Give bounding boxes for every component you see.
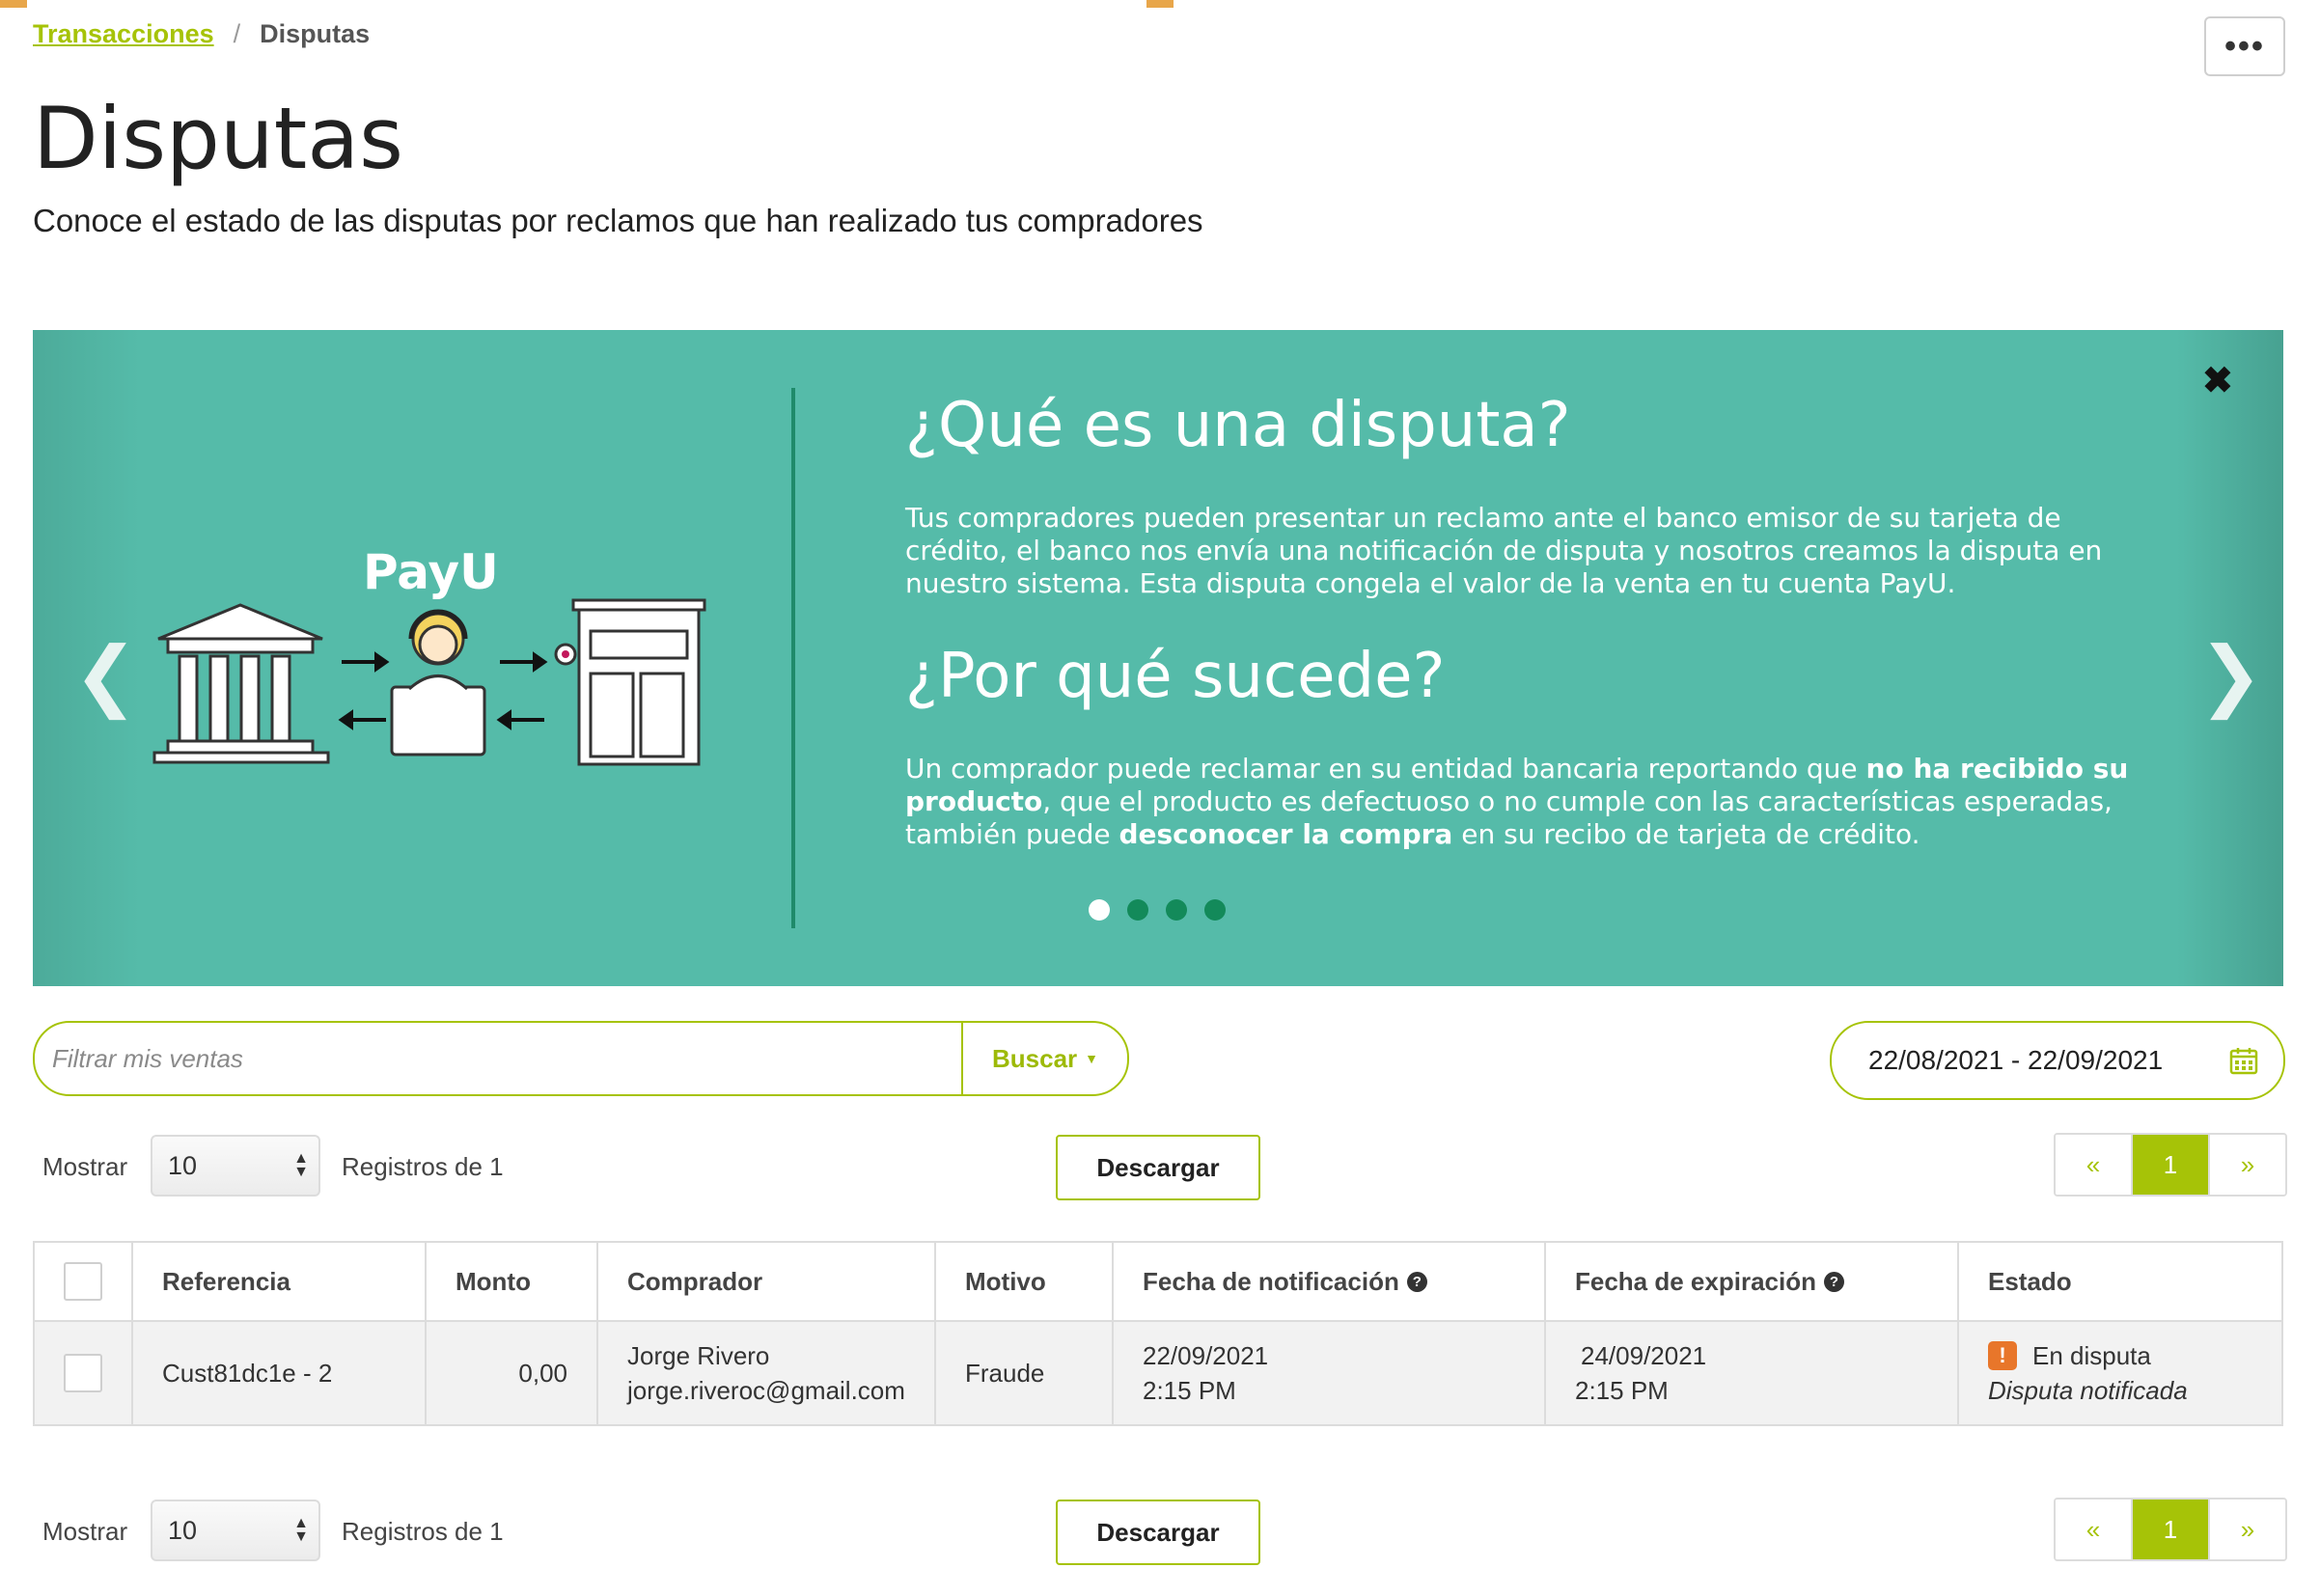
- store-icon: [554, 598, 706, 766]
- support-agent-icon: [390, 609, 486, 757]
- more-options-button[interactable]: •••: [2204, 16, 2285, 76]
- dispute-flow-illustration: [152, 598, 706, 766]
- corner-mark-left: [0, 0, 27, 8]
- filter-sales-input[interactable]: [35, 1042, 961, 1075]
- banner-text-why-bold: desconocer la compra: [1119, 818, 1453, 850]
- show-label: Mostrar: [42, 1152, 128, 1181]
- banner-heading-why: ¿Por qué sucede?: [905, 641, 1446, 712]
- carousel-dot-3[interactable]: [1166, 899, 1187, 921]
- carousel-dot-4[interactable]: [1204, 899, 1226, 921]
- cell-fecha-notificacion: 22/09/2021 2:15 PM: [1114, 1322, 1546, 1424]
- column-header-fecha-expiracion-label: Fecha de expiración: [1575, 1266, 1816, 1296]
- page-subtitle: Conoce el estado de las disputas por rec…: [33, 203, 1203, 238]
- banner-text-why-part: Un comprador puede reclamar en su entida…: [905, 753, 1866, 784]
- row-select-cell: [35, 1322, 133, 1424]
- status-detail: Disputa notificada: [1988, 1376, 2188, 1405]
- disputes-table: Referencia Monto Comprador Motivo Fecha …: [33, 1241, 2283, 1426]
- ellipsis-icon: •••: [2224, 28, 2265, 65]
- notification-date: 22/09/2021: [1143, 1341, 1269, 1370]
- page-title: Disputas: [33, 89, 403, 188]
- cell-monto: 0,00: [427, 1322, 598, 1424]
- download-button[interactable]: Descargar: [1056, 1135, 1260, 1200]
- banner-text-why: Un comprador puede reclamar en su entida…: [905, 753, 2160, 851]
- cell-fecha-expiracion: 24/09/2021 2:15 PM: [1546, 1322, 1959, 1424]
- column-header-comprador[interactable]: Comprador: [598, 1243, 936, 1320]
- date-range-value: 22/08/2021 - 22/09/2021: [1868, 1045, 2164, 1075]
- carousel-dot-2[interactable]: [1127, 899, 1148, 921]
- banner-heading-what: ¿Qué es una disputa?: [905, 390, 1571, 461]
- breadcrumb-link-transacciones[interactable]: Transacciones: [33, 19, 214, 49]
- search-dropdown-button[interactable]: Buscar ▼: [961, 1023, 1127, 1094]
- status-line: ! En disputa: [1988, 1338, 2151, 1373]
- table-header-row: Referencia Monto Comprador Motivo Fecha …: [35, 1243, 2281, 1322]
- column-header-motivo[interactable]: Motivo: [936, 1243, 1114, 1320]
- bank-icon: [152, 603, 330, 764]
- status-badge: En disputa: [2032, 1341, 2151, 1370]
- column-header-fecha-notificacion[interactable]: Fecha de notificación?: [1114, 1243, 1546, 1320]
- pagination-bottom: « 1 »: [2054, 1498, 2287, 1561]
- cell-motivo: Fraude: [936, 1322, 1114, 1424]
- buyer-name: Jorge Rivero: [627, 1341, 770, 1370]
- date-range-picker[interactable]: 22/08/2021 - 22/09/2021: [1830, 1021, 2285, 1100]
- cell-estado: ! En disputa Disputa notificada: [1959, 1322, 2281, 1424]
- download-button-bottom[interactable]: Descargar: [1056, 1500, 1260, 1565]
- arrows-left-icon: [338, 651, 390, 730]
- pagination-next[interactable]: »: [2208, 1135, 2285, 1195]
- row-checkbox[interactable]: [64, 1354, 102, 1392]
- column-header-fecha-notificacion-label: Fecha de notificación: [1143, 1266, 1399, 1296]
- cell-comprador: Jorge Rivero jorge.riveroc@gmail.com: [598, 1322, 936, 1424]
- page-size-value: 10: [168, 1515, 198, 1545]
- corner-mark-middle: [1146, 0, 1174, 8]
- info-banner-carousel: ❮ ❯ ✖ PayU ¿Qué es una disputa? Tus comp…: [33, 330, 2283, 986]
- pagination-page-1[interactable]: 1: [2131, 1135, 2208, 1195]
- notification-time: 2:15 PM: [1143, 1376, 1236, 1405]
- help-icon[interactable]: ?: [1823, 1271, 1844, 1292]
- caret-down-icon: ▼: [1085, 1051, 1098, 1066]
- arrows-right-icon: [496, 651, 548, 730]
- pagination: « 1 »: [2054, 1133, 2287, 1197]
- search-button-label: Buscar: [991, 1043, 1078, 1073]
- carousel-next-icon[interactable]: ❯: [2198, 637, 2263, 714]
- expiration-time: 2:15 PM: [1575, 1376, 1669, 1405]
- banner-text-why-part: en su recibo de tarjeta de crédito.: [1452, 818, 1920, 850]
- pagination-prev[interactable]: «: [2056, 1500, 2131, 1559]
- carousel-prev-icon[interactable]: ❮: [73, 637, 138, 714]
- help-icon[interactable]: ?: [1406, 1271, 1427, 1292]
- select-arrows-icon: ▲ ▼: [293, 1515, 309, 1545]
- banner-close-icon[interactable]: ✖: [2202, 359, 2233, 402]
- column-header-referencia[interactable]: Referencia: [133, 1243, 427, 1320]
- records-count: Registros de 1: [342, 1152, 504, 1181]
- breadcrumb: Transacciones / Disputas: [33, 19, 370, 49]
- banner-divider: [791, 388, 795, 928]
- filter-search-box: Buscar ▼: [33, 1021, 1129, 1096]
- breadcrumb-separator: /: [233, 19, 241, 48]
- page-size-value: 10: [168, 1150, 198, 1180]
- calendar-icon: [2229, 1048, 2258, 1075]
- records-count-bottom: Registros de 1: [342, 1517, 504, 1546]
- banner-text-what: Tus compradores pueden presentar un recl…: [905, 502, 2103, 599]
- breadcrumb-current: Disputas: [260, 19, 371, 48]
- header-select-cell: [35, 1243, 133, 1320]
- select-arrows-icon: ▲ ▼: [293, 1150, 309, 1180]
- carousel-dots: [1089, 899, 1226, 921]
- select-all-checkbox[interactable]: [64, 1262, 102, 1301]
- show-label-bottom: Mostrar: [42, 1517, 128, 1546]
- carousel-dot-1[interactable]: [1089, 899, 1110, 921]
- column-header-estado[interactable]: Estado: [1959, 1243, 2281, 1320]
- cell-referencia: Cust81dc1e - 2: [133, 1322, 427, 1424]
- buyer-email: jorge.riveroc@gmail.com: [627, 1376, 905, 1405]
- table-row[interactable]: Cust81dc1e - 2 0,00 Jorge Rivero jorge.r…: [35, 1322, 2281, 1424]
- expiration-date: 24/09/2021: [1581, 1341, 1707, 1370]
- pagination-next[interactable]: »: [2208, 1500, 2285, 1559]
- page-size-select[interactable]: 10 ▲ ▼: [151, 1135, 320, 1197]
- column-header-monto[interactable]: Monto: [427, 1243, 598, 1320]
- pagination-prev[interactable]: «: [2056, 1135, 2131, 1195]
- pagination-page-1[interactable]: 1: [2131, 1500, 2208, 1559]
- warning-icon: !: [1988, 1341, 2017, 1370]
- column-header-fecha-expiracion[interactable]: Fecha de expiración?: [1546, 1243, 1959, 1320]
- page-size-select-bottom[interactable]: 10 ▲ ▼: [151, 1500, 320, 1561]
